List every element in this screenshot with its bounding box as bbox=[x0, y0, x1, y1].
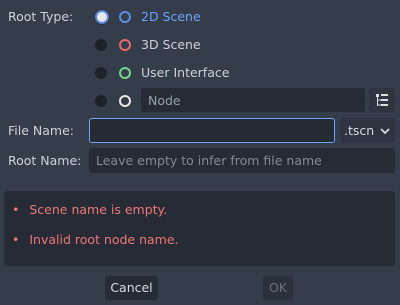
option-2d-scene-label[interactable]: 2D Scene bbox=[141, 9, 201, 24]
error-line: • Scene name is empty. bbox=[12, 202, 167, 217]
error-line: • Invalid root node name. bbox=[12, 232, 179, 247]
error-text: Scene name is empty. bbox=[29, 202, 168, 217]
option-user-interface-label[interactable]: User Interface bbox=[141, 65, 229, 80]
root-name-input[interactable]: Leave empty to infer from file name bbox=[89, 148, 395, 173]
tree-icon bbox=[376, 94, 388, 106]
bullet-icon: • bbox=[12, 202, 20, 217]
error-text: Invalid root node name. bbox=[29, 232, 179, 247]
node-picker-button[interactable] bbox=[369, 88, 395, 112]
root-name-placeholder: Leave empty to infer from file name bbox=[96, 153, 322, 168]
option-3d-scene-label[interactable]: 3D Scene bbox=[141, 37, 201, 52]
chevron-down-icon bbox=[380, 128, 390, 135]
control-icon bbox=[119, 67, 131, 79]
bullet-icon: • bbox=[12, 232, 20, 247]
error-panel: • Scene name is empty. • Invalid root no… bbox=[4, 191, 395, 266]
cancel-button[interactable]: Cancel bbox=[105, 276, 158, 300]
root-name-label: Root Name: bbox=[8, 153, 82, 168]
extension-value: .tscn bbox=[344, 123, 375, 138]
node3d-icon bbox=[119, 39, 131, 51]
node-icon bbox=[119, 95, 131, 107]
node-type-label: Node bbox=[148, 93, 181, 108]
node-type-field[interactable]: Node bbox=[141, 88, 365, 112]
radio-2d-scene[interactable] bbox=[94, 9, 110, 25]
radio-3d-scene[interactable] bbox=[95, 39, 107, 51]
radio-checked-dot bbox=[95, 10, 109, 24]
file-name-label: File Name: bbox=[8, 123, 74, 138]
ok-button[interactable]: OK bbox=[263, 276, 293, 300]
radio-node[interactable] bbox=[95, 95, 107, 107]
file-name-input[interactable] bbox=[89, 118, 335, 143]
node2d-icon bbox=[119, 11, 131, 23]
extension-dropdown[interactable]: .tscn bbox=[340, 118, 395, 143]
radio-user-interface[interactable] bbox=[95, 67, 107, 79]
root-type-label: Root Type: bbox=[8, 9, 74, 24]
